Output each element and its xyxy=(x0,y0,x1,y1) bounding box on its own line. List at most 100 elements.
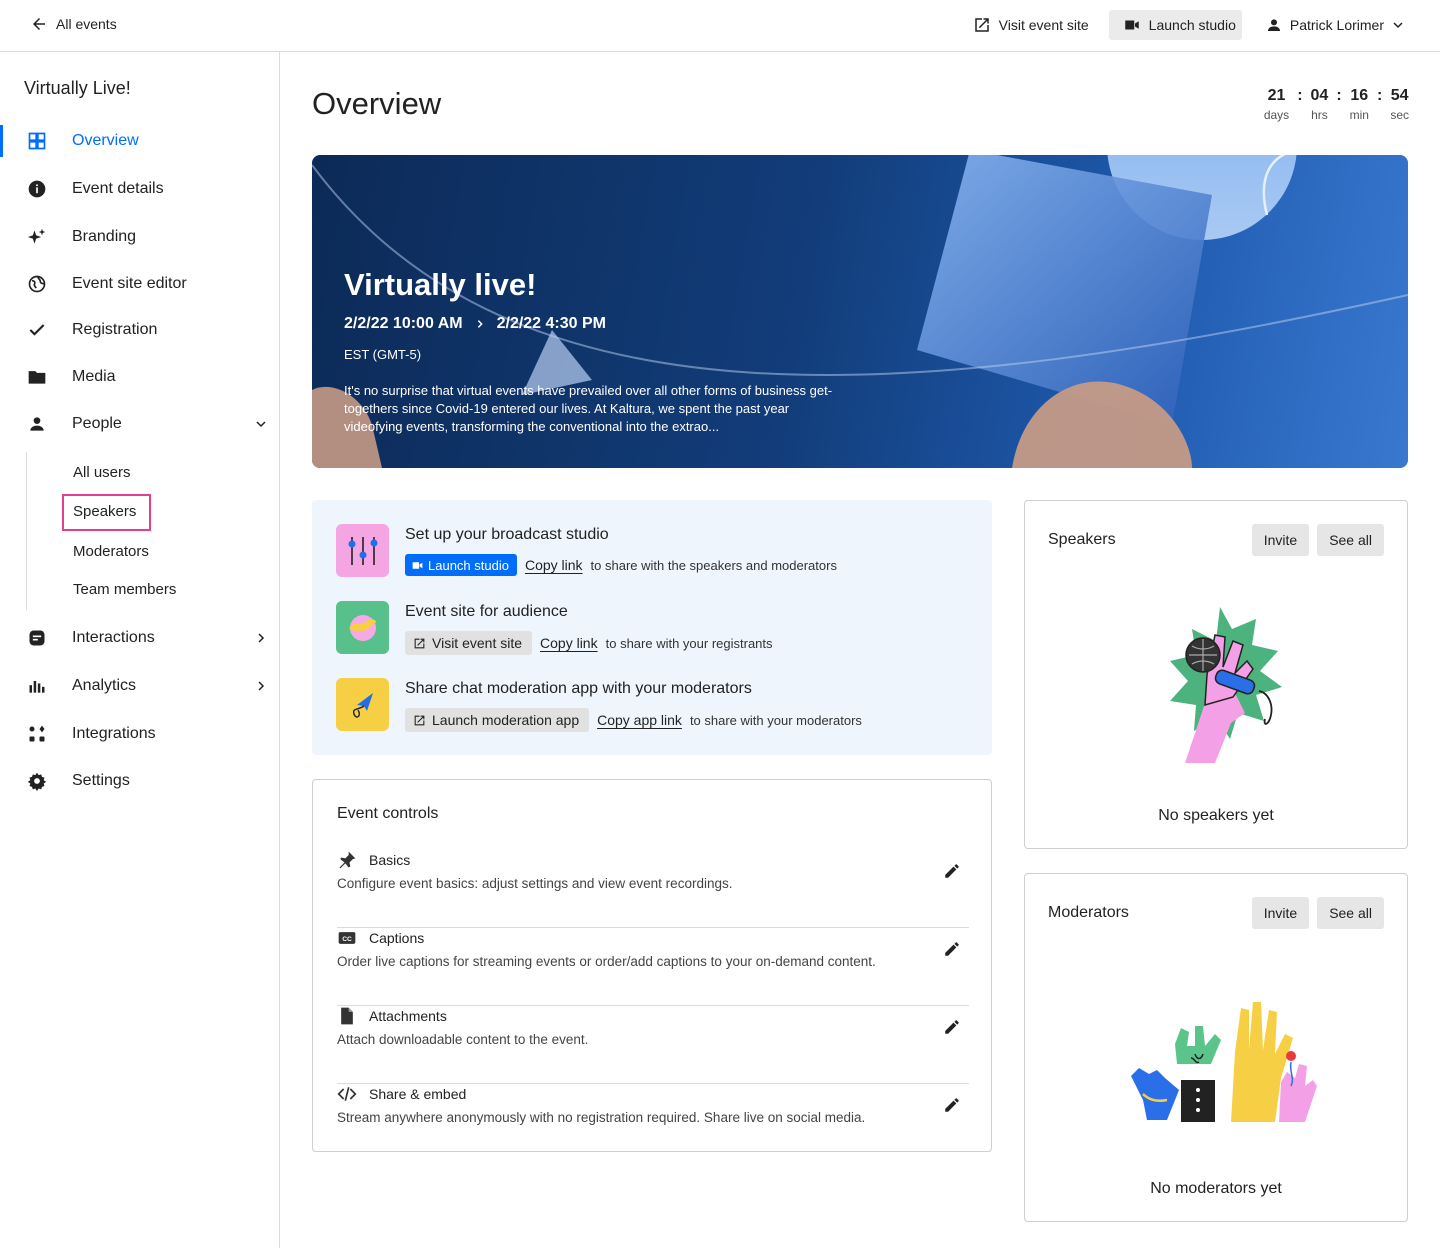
info-icon xyxy=(26,178,48,200)
sidebar-item-branding[interactable]: Branding xyxy=(0,217,279,257)
countdown-separator: : xyxy=(1376,87,1383,104)
sidebar-item-media[interactable]: Media xyxy=(0,357,279,397)
sidebar-subitem-team-members[interactable]: Team members xyxy=(73,581,176,598)
pencil-icon[interactable] xyxy=(943,1018,961,1036)
sidebar-item-interactions[interactable]: Interactions xyxy=(0,618,279,658)
sidebar-item-label: Integrations xyxy=(72,725,156,742)
countdown-minutes-value: 16 xyxy=(1350,87,1369,104)
pencil-icon[interactable] xyxy=(943,1096,961,1114)
countdown-days-label: days xyxy=(1263,108,1290,122)
speakers-empty-text: No speakers yet xyxy=(1158,807,1274,824)
sidebar-subitem-all-users[interactable]: All users xyxy=(73,464,131,481)
event-countdown: 21 days : 04 hrs : 16 min : 54 sec xyxy=(1264,86,1409,122)
apps-icon xyxy=(26,723,48,745)
banner-title: Virtually live! xyxy=(344,267,537,302)
control-captions-name: CC Captions xyxy=(337,928,424,948)
countdown-seconds-value: 54 xyxy=(1390,87,1409,104)
countdown-minutes-label: min xyxy=(1349,108,1369,122)
control-attachments-name: Attachments xyxy=(337,1006,447,1026)
copy-site-link[interactable]: Copy link xyxy=(540,635,598,651)
visit-event-site-pill-button[interactable]: Visit event site xyxy=(405,631,533,655)
chevron-down-icon xyxy=(256,421,266,428)
speakers-card-actions: Invite See all xyxy=(1251,524,1384,556)
visit-event-site-button[interactable]: Visit event site xyxy=(967,10,1095,40)
pencil-icon[interactable] xyxy=(943,862,961,880)
countdown-seconds-label: sec xyxy=(1390,108,1409,122)
visit-event-site-label: Visit event site xyxy=(998,17,1089,33)
launch-studio-pill-button[interactable]: Launch studio xyxy=(405,554,517,576)
sidebar-item-label: Analytics xyxy=(72,677,137,694)
banner-text: Virtually live! 2/2/22 10:00 AM 2/2/22 4… xyxy=(344,267,606,362)
sidebar-item-registration[interactable]: Registration xyxy=(0,310,279,350)
sidebar-item-event-site-editor[interactable]: Event site editor xyxy=(0,264,279,304)
moderators-empty-illustration xyxy=(1131,1002,1317,1122)
see-all-moderators-button[interactable]: See all xyxy=(1317,897,1384,929)
user-icon xyxy=(1267,19,1280,31)
launch-moderation-app-label: Launch moderation app xyxy=(432,712,580,728)
sidebar-item-label: Event details xyxy=(72,180,164,197)
control-share-embed-label: Share & embed xyxy=(369,1086,467,1102)
invite-speakers-button[interactable]: Invite xyxy=(1251,524,1310,556)
countdown-days: 21 days xyxy=(1264,86,1289,122)
user-name: Patrick Lorimer xyxy=(1289,17,1384,33)
sidebar-item-overview[interactable]: Overview xyxy=(0,121,279,161)
broadcast-studio-row: Set up your broadcast studio Launch stud… xyxy=(336,524,976,578)
user-menu[interactable]: Patrick Lorimer xyxy=(1266,17,1404,33)
chevron-right-icon xyxy=(258,633,265,643)
globe-icon xyxy=(26,273,48,295)
control-attachments-desc: Attach downloadable content to the event… xyxy=(337,1032,589,1047)
external-link-icon xyxy=(414,715,425,725)
chevron-right-icon xyxy=(477,320,483,328)
sidebar-item-event-details[interactable]: Event details xyxy=(0,169,279,209)
top-bar: All events Visit event site Launch studi… xyxy=(0,0,1440,52)
top-actions: Visit event site Launch studio Patrick L… xyxy=(967,10,1404,40)
cc-icon: CC xyxy=(338,932,356,944)
control-basics-name: Basics xyxy=(337,850,410,870)
event-banner: Virtually live! 2/2/22 10:00 AM 2/2/22 4… xyxy=(312,155,1408,468)
control-basics: Basics Configure event basics: adjust se… xyxy=(337,850,969,928)
sidebar-item-label: Registration xyxy=(72,321,158,338)
sidebar-item-label: People xyxy=(72,415,122,432)
sidebar: Virtually Live! Overview Event details B… xyxy=(0,52,280,1248)
speakers-empty-illustration xyxy=(1170,607,1282,763)
see-all-speakers-button[interactable]: See all xyxy=(1317,524,1384,556)
launch-moderation-app-button[interactable]: Launch moderation app xyxy=(405,708,590,732)
event-site-row: Event site for audience Visit event site… xyxy=(336,601,976,655)
banner-timezone: EST (GMT-5) xyxy=(344,347,422,362)
sidebar-item-label: Settings xyxy=(72,772,130,789)
sidebar-item-integrations[interactable]: Integrations xyxy=(0,714,279,754)
event-name: Virtually Live! xyxy=(24,78,131,98)
copy-studio-link[interactable]: Copy link xyxy=(525,557,583,573)
external-link-icon xyxy=(414,638,425,648)
countdown-separator: : xyxy=(1336,87,1342,104)
back-label: All events xyxy=(56,16,117,32)
countdown-separator: : xyxy=(1297,87,1303,104)
countdown-hours: 04 hrs xyxy=(1311,86,1329,122)
back-to-all-events-link[interactable]: All events xyxy=(30,15,117,33)
video-camera-icon xyxy=(1124,20,1139,30)
moderation-app-row: Share chat moderation app with your mode… xyxy=(336,678,976,732)
chevron-right-icon xyxy=(258,681,265,691)
control-attachments-label: Attachments xyxy=(369,1008,447,1024)
launch-studio-button[interactable]: Launch studio xyxy=(1108,10,1242,40)
control-captions: CC Captions Order live captions for stre… xyxy=(337,928,969,1006)
sidebar-item-people[interactable]: People xyxy=(0,404,279,444)
chat-icon xyxy=(26,627,48,649)
video-camera-icon xyxy=(412,561,423,569)
moderators-card: Moderators Invite See all No moderators … xyxy=(1024,873,1408,1222)
gear-icon xyxy=(26,770,48,792)
arrow-left-icon xyxy=(33,18,45,30)
event-controls-card: Event controls Basics Configure event ba… xyxy=(312,779,992,1152)
submenu-divider xyxy=(26,452,27,610)
check-icon xyxy=(26,319,48,341)
sidebar-item-settings[interactable]: Settings xyxy=(0,761,279,801)
copy-app-link[interactable]: Copy app link xyxy=(597,712,682,728)
invite-moderators-button[interactable]: Invite xyxy=(1251,897,1310,929)
grid-icon xyxy=(26,130,48,152)
launch-studio-label: Launch studio xyxy=(1148,17,1236,33)
bar-chart-icon xyxy=(26,675,48,697)
sidebar-subitem-moderators[interactable]: Moderators xyxy=(73,543,149,560)
paper-plane-icon xyxy=(336,678,389,731)
sidebar-item-analytics[interactable]: Analytics xyxy=(0,666,279,706)
pencil-icon[interactable] xyxy=(943,940,961,958)
